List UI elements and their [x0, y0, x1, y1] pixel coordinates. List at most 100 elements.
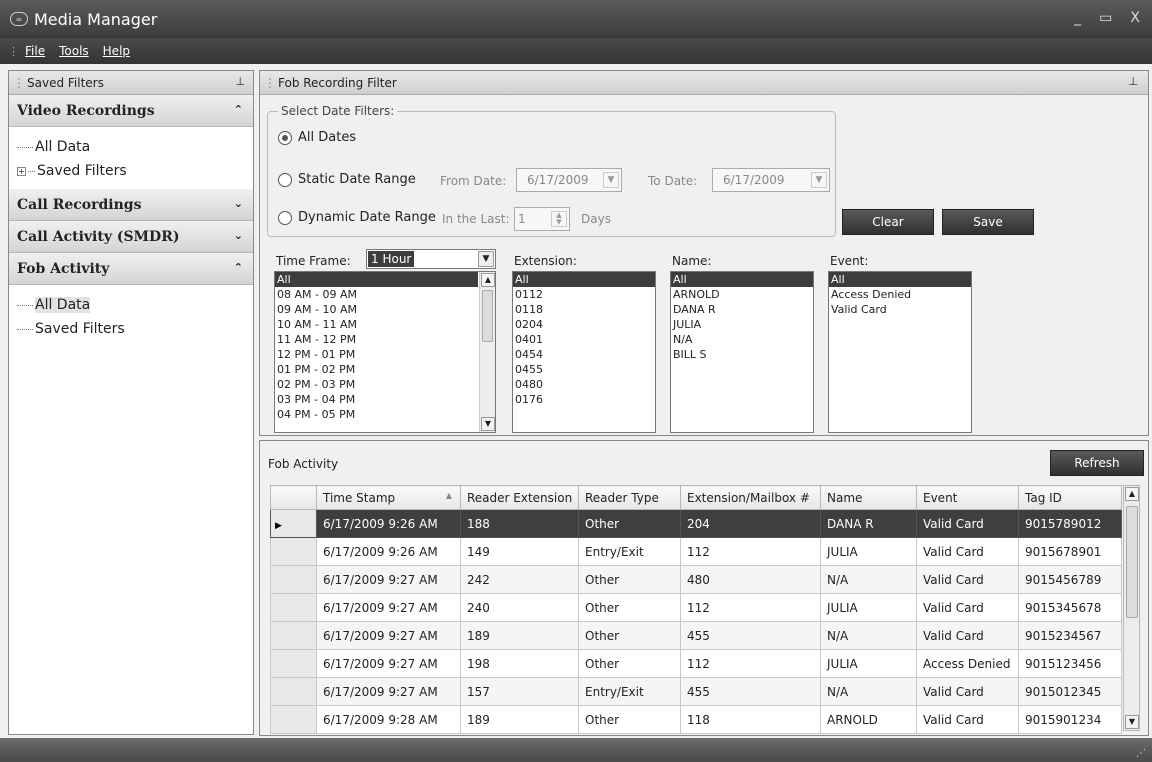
table-cell[interactable]: Other	[578, 705, 681, 734]
table-row[interactable]: ▶ 6/17/2009 9:26 AM 188 Other 204 DANA R Valid…	[270, 509, 1122, 538]
table-row[interactable]: 6/17/2009 9:27 AM 189 Other 455 N/A Valid Car…	[270, 621, 1122, 650]
list-item[interactable]: 04 PM - 05 PM	[275, 407, 478, 422]
chevron-up-icon[interactable]: ⌃	[234, 103, 243, 116]
days-spinner[interactable]: 1 ▲ ▼	[514, 207, 570, 231]
scroll-up-icon[interactable]: ▲	[481, 273, 495, 287]
time-frame-select[interactable]: 1 Hour ▼	[366, 249, 496, 269]
row-header[interactable]	[270, 621, 317, 650]
scroll-down-icon[interactable]: ▼	[1125, 715, 1139, 729]
table-cell[interactable]: DANA R	[820, 509, 917, 538]
list-item[interactable]: 0454	[513, 347, 655, 362]
table-cell[interactable]: 157	[460, 677, 579, 706]
pin-icon[interactable]: ⊥	[235, 75, 245, 88]
radio-checked-icon[interactable]	[278, 130, 292, 145]
table-cell[interactable]: 9015123456	[1018, 649, 1122, 678]
to-date-picker[interactable]: 6/17/2009 ▼	[712, 168, 830, 192]
table-cell[interactable]: 149	[460, 537, 579, 566]
row-header[interactable]: ▶	[270, 509, 317, 538]
section-video-recordings[interactable]: Video Recordings ⌃	[9, 95, 253, 127]
table-cell[interactable]: Entry/Exit	[578, 677, 681, 706]
list-item[interactable]: 0112	[513, 287, 655, 302]
row-header[interactable]	[270, 565, 317, 594]
spinner-arrows-icon[interactable]: ▲ ▼	[551, 211, 567, 227]
event-list[interactable]: All Access Denied Valid Card	[828, 271, 972, 433]
name-list[interactable]: All ARNOLD DANA R JULIA N/A BILL S	[670, 271, 814, 433]
radio-dynamic-range[interactable]: Dynamic Date Range	[278, 210, 436, 225]
column-header-tag-id[interactable]: Tag ID	[1018, 485, 1122, 510]
table-cell[interactable]: Valid Card	[916, 537, 1019, 566]
column-header-extension-mailbox[interactable]: Extension/Mailbox #	[680, 485, 821, 510]
row-header[interactable]	[270, 677, 317, 706]
list-item[interactable]: All	[671, 272, 813, 287]
table-row[interactable]: 6/17/2009 9:28 AM 189 Other 118 ARNOLD Valid …	[270, 705, 1122, 734]
from-date-picker[interactable]: 6/17/2009 ▼	[516, 168, 622, 192]
table-cell[interactable]: 6/17/2009 9:28 AM	[316, 705, 461, 734]
table-cell[interactable]: 455	[680, 621, 821, 650]
table-cell[interactable]: Other	[578, 509, 681, 538]
table-cell[interactable]: Valid Card	[916, 593, 1019, 622]
table-cell[interactable]: 6/17/2009 9:27 AM	[316, 621, 461, 650]
list-item[interactable]: Valid Card	[829, 302, 971, 317]
row-header[interactable]	[270, 705, 317, 734]
table-cell[interactable]: Access Denied	[916, 649, 1019, 678]
radio-unchecked-icon[interactable]	[278, 172, 292, 187]
list-item[interactable]: All	[275, 272, 478, 287]
table-cell[interactable]: 240	[460, 593, 579, 622]
table-cell[interactable]: 9015678901	[1018, 537, 1122, 566]
column-header-event[interactable]: Event	[916, 485, 1019, 510]
list-item[interactable]: ARNOLD	[671, 287, 813, 302]
row-header[interactable]	[270, 649, 317, 678]
table-scrollbar[interactable]: ▲ ▼	[1123, 485, 1140, 731]
table-cell[interactable]: 9015789012	[1018, 509, 1122, 538]
table-cell[interactable]: 118	[680, 705, 821, 734]
table-cell[interactable]: JULIA	[820, 593, 917, 622]
table-cell[interactable]: 189	[460, 705, 579, 734]
tree-item-video-saved-filters[interactable]: + Saved Filters	[17, 159, 253, 183]
list-item[interactable]: All	[829, 272, 971, 287]
clear-button[interactable]: Clear	[842, 209, 934, 235]
radio-static-range[interactable]: Static Date Range	[278, 172, 416, 187]
table-cell[interactable]: 9015012345	[1018, 677, 1122, 706]
row-header[interactable]	[270, 593, 317, 622]
save-button[interactable]: Save	[942, 209, 1034, 235]
table-cell[interactable]: 204	[680, 509, 821, 538]
table-row[interactable]: 6/17/2009 9:27 AM 198 Other 112 JULIA Access …	[270, 649, 1122, 678]
table-row[interactable]: 6/17/2009 9:27 AM 240 Other 112 JULIA Valid C…	[270, 593, 1122, 622]
list-item[interactable]: BILL S	[671, 347, 813, 362]
table-row[interactable]: 6/17/2009 9:26 AM 149 Entry/Exit 112 JULIA Va…	[270, 537, 1122, 566]
list-item[interactable]: 08 AM - 09 AM	[275, 287, 478, 302]
list-item[interactable]: Access Denied	[829, 287, 971, 302]
expand-plus-icon[interactable]: +	[17, 166, 26, 176]
table-cell[interactable]: 9015234567	[1018, 621, 1122, 650]
section-call-recordings[interactable]: Call Recordings ⌄	[9, 189, 253, 221]
list-item[interactable]: 01 PM - 02 PM	[275, 362, 478, 377]
table-cell[interactable]: 112	[680, 649, 821, 678]
table-cell[interactable]: Valid Card	[916, 705, 1019, 734]
table-cell[interactable]: N/A	[820, 677, 917, 706]
table-cell[interactable]: Entry/Exit	[578, 537, 681, 566]
refresh-button[interactable]: Refresh	[1050, 450, 1144, 476]
table-cell[interactable]: 9015901234	[1018, 705, 1122, 734]
table-cell[interactable]: 6/17/2009 9:27 AM	[316, 593, 461, 622]
table-cell[interactable]: Valid Card	[916, 565, 1019, 594]
list-item[interactable]: 0455	[513, 362, 655, 377]
chevron-down-icon[interactable]: ▼	[478, 251, 494, 267]
column-header-time-stamp[interactable]: Time Stamp ▲	[316, 485, 461, 510]
list-item[interactable]: 02 PM - 03 PM	[275, 377, 478, 392]
table-cell[interactable]: Valid Card	[916, 621, 1019, 650]
column-header-name[interactable]: Name	[820, 485, 917, 510]
scroll-up-icon[interactable]: ▲	[1125, 487, 1139, 501]
maximize-icon[interactable]: ▭	[1099, 10, 1112, 26]
table-cell[interactable]: 189	[460, 621, 579, 650]
pin-icon[interactable]: ⊥	[1128, 75, 1138, 88]
dropdown-arrow-icon[interactable]: ▼	[811, 172, 827, 188]
chevron-down-icon[interactable]: ⌄	[234, 229, 243, 242]
resize-grip-icon[interactable]: ⋰	[1136, 748, 1146, 759]
column-header-reader-type[interactable]: Reader Type	[578, 485, 681, 510]
dropdown-arrow-icon[interactable]: ▼	[603, 172, 619, 188]
list-item[interactable]: DANA R	[671, 302, 813, 317]
scroll-down-icon[interactable]: ▼	[481, 417, 495, 431]
table-cell[interactable]: 198	[460, 649, 579, 678]
menu-file[interactable]: File	[25, 44, 45, 58]
section-fob-activity[interactable]: Fob Activity ⌃	[9, 253, 253, 285]
